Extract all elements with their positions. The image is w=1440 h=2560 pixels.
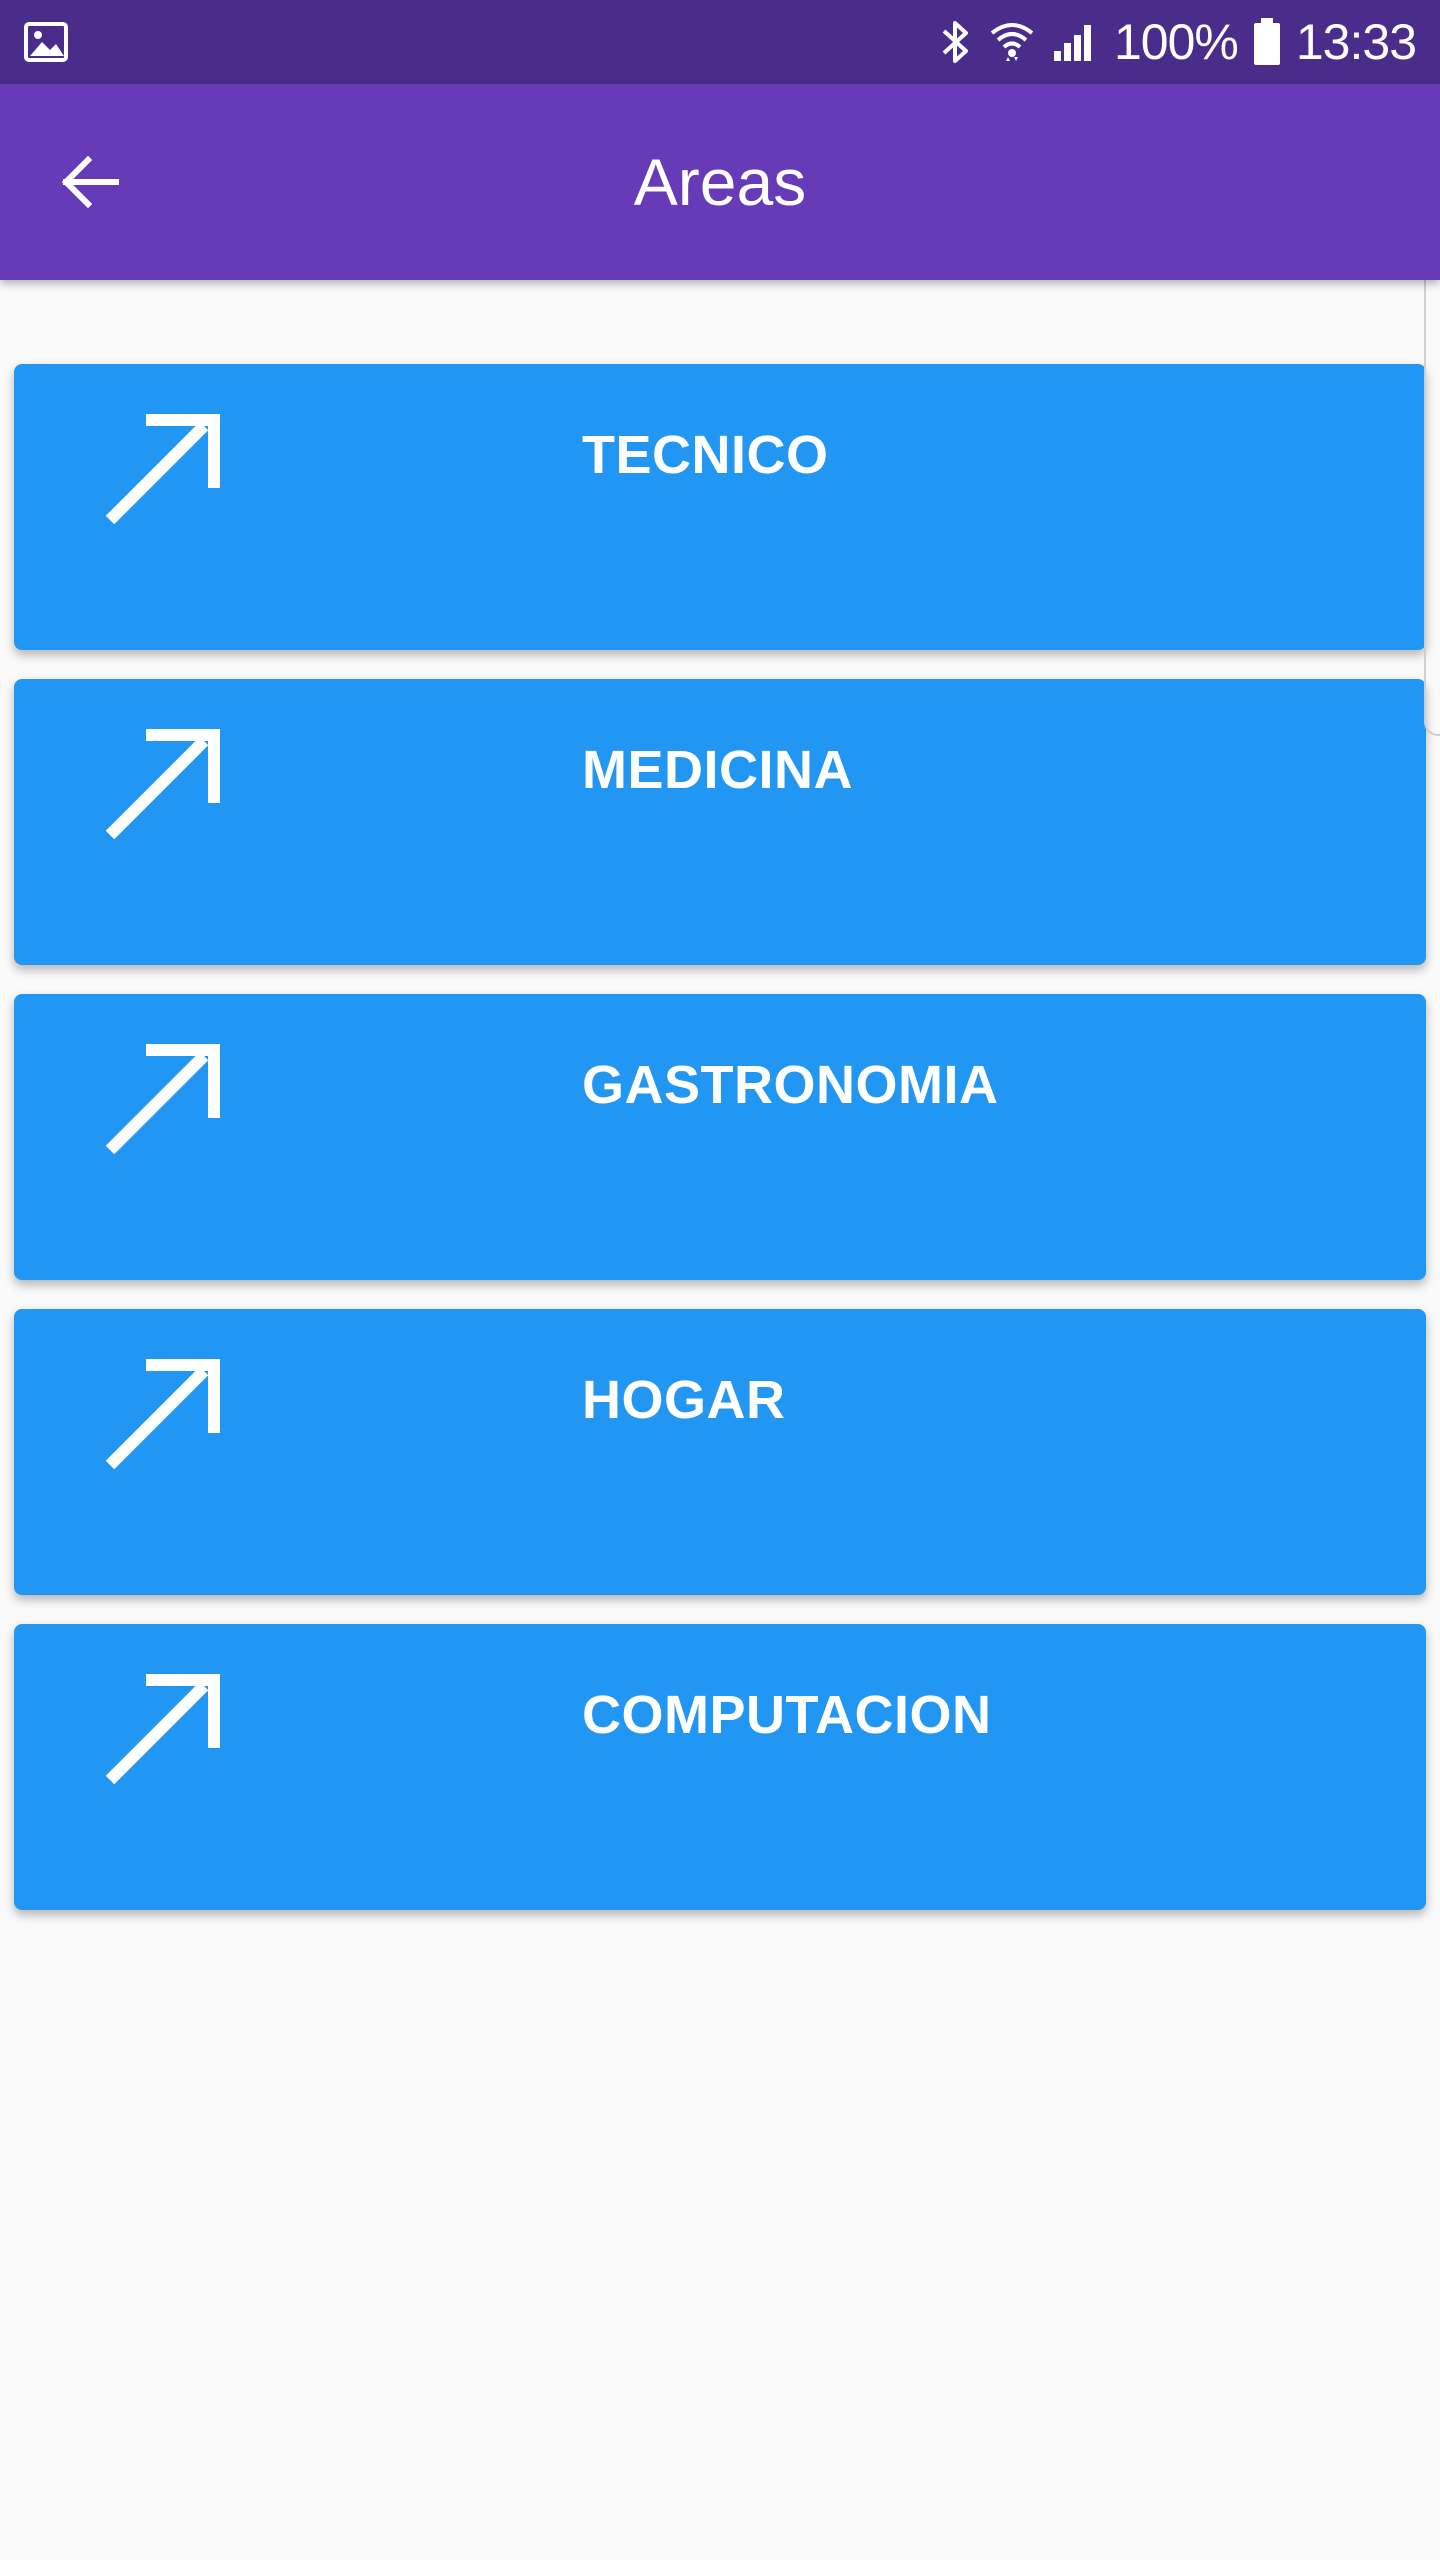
area-card-gastronomia[interactable]: GASTRONOMIA xyxy=(14,994,1426,1280)
battery-percent: 100% xyxy=(1113,14,1239,70)
area-card-hogar[interactable]: HOGAR xyxy=(14,1309,1426,1595)
area-card-computacion[interactable]: COMPUTACION xyxy=(14,1624,1426,1910)
arrow-up-right-icon xyxy=(105,1359,220,1470)
area-label: TECNICO xyxy=(582,425,829,485)
page-title: Areas xyxy=(633,145,807,219)
area-label: HOGAR xyxy=(582,1370,786,1430)
clock: 13:33 xyxy=(1295,14,1417,70)
arrow-up-right-icon xyxy=(105,1674,220,1785)
arrow-up-right-icon xyxy=(105,414,220,525)
bluetooth-icon xyxy=(942,21,968,63)
area-label: MEDICINA xyxy=(582,740,853,800)
arrow-up-right-icon xyxy=(105,729,220,840)
arrow-back-icon xyxy=(61,155,119,209)
app-bar: Areas xyxy=(0,84,1440,280)
wifi-icon xyxy=(990,23,1034,61)
edge-panel-handle[interactable] xyxy=(1424,252,1440,736)
gallery-icon xyxy=(24,22,68,62)
area-label: GASTRONOMIA xyxy=(582,1055,999,1115)
area-card-tecnico[interactable]: TECNICO xyxy=(14,364,1426,650)
signal-icon xyxy=(1053,25,1091,61)
area-card-medicina[interactable]: MEDICINA xyxy=(14,679,1426,965)
area-label: COMPUTACION xyxy=(582,1685,992,1745)
back-button[interactable] xyxy=(50,142,130,222)
battery-icon xyxy=(1253,18,1280,65)
arrow-up-right-icon xyxy=(105,1044,220,1155)
areas-list: TECNICO MEDICINA GASTRONOMIA HOGAR COMPU… xyxy=(14,364,1426,1939)
status-bar: 100% 13:33 xyxy=(0,0,1440,84)
